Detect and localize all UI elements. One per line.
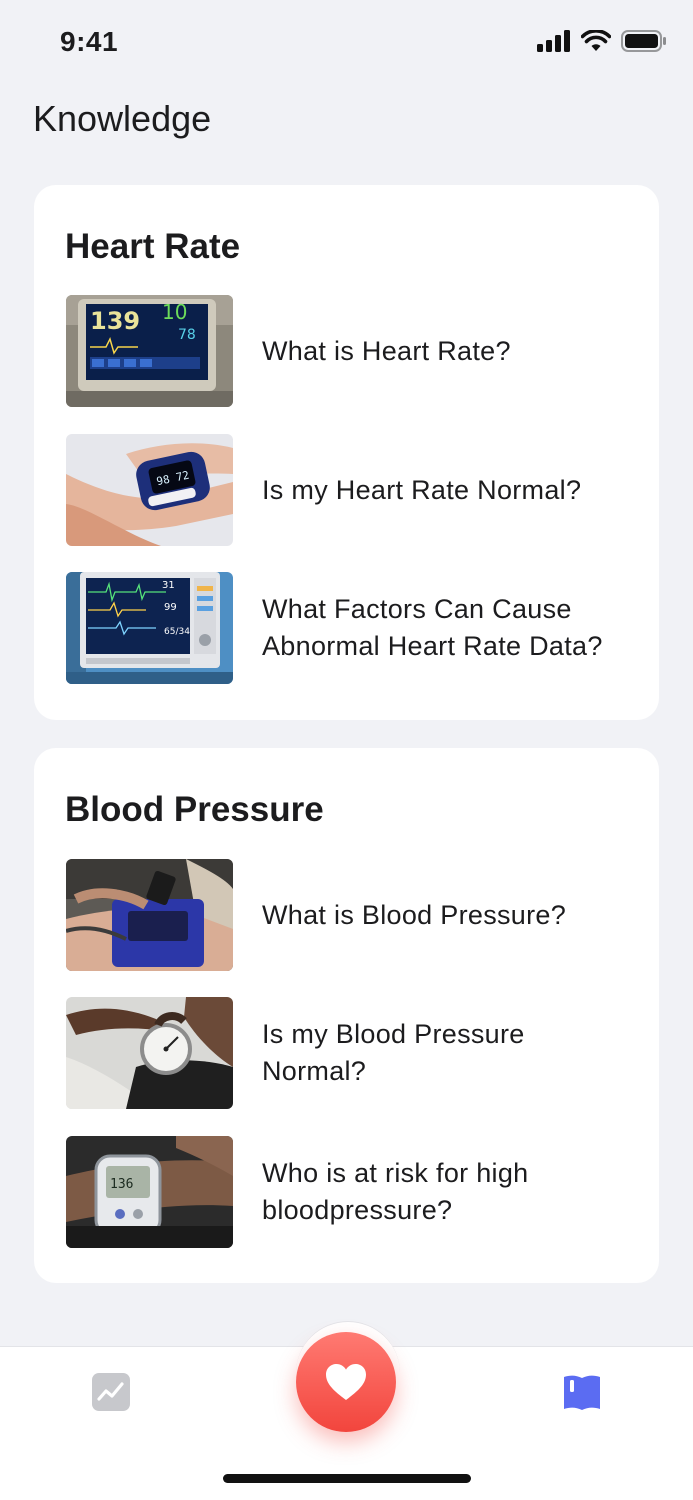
article-label: What is Heart Rate? [262, 335, 511, 366]
article-item[interactable]: 136 Who is at risk for high bloodpressur… [66, 1136, 636, 1248]
article-label: Who is at risk for high bloodpressure? [262, 1158, 529, 1225]
trend-chart-icon [92, 1373, 130, 1411]
page-title: Knowledge [33, 98, 212, 139]
book-icon [564, 1375, 600, 1410]
battery-icon [621, 30, 666, 52]
article-item[interactable]: 139 10 78 What is Heart Rate? [66, 295, 636, 407]
sphygmomanometer-photo [66, 997, 233, 1109]
svg-text:10: 10 [162, 300, 187, 324]
wifi-icon [581, 30, 611, 51]
heart-rate-section: Heart Rate 139 10 78 What is Heart Rate? [34, 185, 659, 720]
article-label: What Factors Can Cause Abnormal Heart Ra… [262, 594, 603, 661]
bp-cuff-photo [66, 859, 233, 971]
wrist-monitor-photo: 136 [66, 1136, 233, 1248]
article-item[interactable]: 98 72 Is my Heart Rate Normal? [66, 434, 636, 546]
svg-text:136: 136 [110, 1177, 133, 1192]
cellular-signal-icon [537, 30, 570, 52]
ecg-monitor-photo: 31 99 65/34 [66, 572, 233, 684]
blood-pressure-section: Blood Pressure What is Blood Pressure? I… [34, 748, 659, 1283]
tab-trends[interactable] [92, 1373, 130, 1411]
svg-text:31: 31 [162, 580, 175, 591]
article-item[interactable]: What is Blood Pressure? [66, 859, 636, 971]
svg-text:99: 99 [164, 602, 177, 613]
article-label: Is my Heart Rate Normal? [262, 474, 582, 505]
tab-knowledge[interactable] [562, 1373, 602, 1411]
svg-text:139: 139 [90, 307, 140, 335]
status-bar: 9:41 [0, 0, 693, 88]
svg-text:65/34: 65/34 [164, 627, 190, 637]
status-icons [537, 30, 667, 52]
article-label: What is Blood Pressure? [262, 899, 567, 930]
section-title: Blood Pressure [65, 790, 324, 829]
patient-monitor-photo: 139 10 78 [66, 295, 233, 407]
status-time: 9:41 [60, 26, 119, 57]
home-indicator [223, 1474, 471, 1483]
svg-text:78: 78 [178, 327, 196, 343]
article-label: Is my Blood Pressure Normal? [262, 1019, 525, 1086]
section-title: Heart Rate [65, 227, 241, 266]
article-item[interactable]: Is my Blood Pressure Normal? [66, 997, 636, 1109]
heart-icon [326, 1364, 366, 1400]
pulse-oximeter-photo: 98 72 [66, 434, 233, 546]
article-item[interactable]: 31 99 65/34 What Factors Can Cause Abnor… [66, 572, 636, 684]
measure-heart-button[interactable] [296, 1332, 396, 1432]
